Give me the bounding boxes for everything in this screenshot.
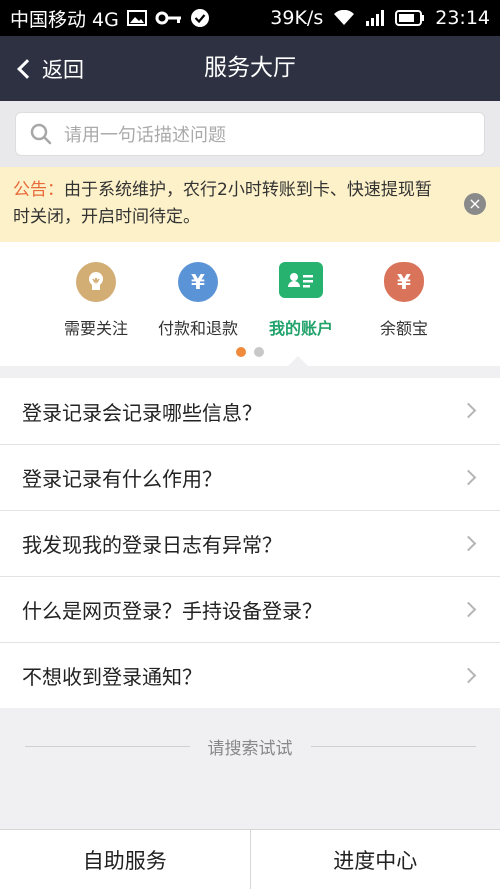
- money-bag-icon: ¥: [384, 262, 424, 302]
- question-text: 什么是网页登录？手持设备登录？: [22, 599, 322, 623]
- chevron-right-icon: [460, 667, 477, 684]
- bottom-bar: 自助服务 进度中心: [0, 829, 500, 889]
- image-icon: [126, 10, 147, 26]
- hint-text: 请搜索试试: [207, 738, 293, 759]
- search-icon: [30, 123, 52, 145]
- notice-text: 由于系统维护，农行2小时转账到卡、快速提现暂时关闭，开启时间待定。: [13, 180, 432, 227]
- chevron-right-icon: [460, 469, 477, 486]
- progress-center-button[interactable]: 进度中心: [249, 830, 500, 889]
- notice-tag: 公告：: [13, 180, 64, 200]
- search-placeholder: 请用一句话描述问题: [64, 125, 226, 146]
- network-speed: 39K/s: [270, 7, 324, 29]
- nav-bar: 返回 服务大厅: [0, 36, 500, 101]
- list-item[interactable]: 什么是网页登录？手持设备登录？: [0, 576, 500, 642]
- search-input[interactable]: 请用一句话描述问题: [15, 112, 485, 156]
- page-indicator: [0, 347, 500, 357]
- question-text: 我发现我的登录日志有异常？: [22, 533, 282, 557]
- category-payment-refund[interactable]: ¥ 付款和退款: [143, 262, 253, 339]
- bulb-icon: [76, 262, 116, 302]
- search-hint: 请搜索试试: [0, 731, 500, 761]
- divider: [310, 745, 476, 747]
- chevron-right-icon: [460, 601, 477, 618]
- list-item[interactable]: 不想收到登录通知？: [0, 642, 500, 708]
- list-item[interactable]: 登录记录有什么作用？: [0, 444, 500, 510]
- chevron-right-icon: [460, 535, 477, 552]
- question-text: 登录记录会记录哪些信息？: [22, 400, 262, 425]
- signal-icon: [366, 10, 385, 26]
- category-label: 需要关注: [63, 319, 128, 338]
- yen-icon: ¥: [178, 262, 218, 302]
- question-list: 登录记录会记录哪些信息？ 登录记录有什么作用？ 我发现我的登录日志有异常？ 什么…: [0, 378, 500, 708]
- page-dot-active: [236, 347, 246, 357]
- check-circle-icon: [190, 9, 209, 27]
- carrier-label: 中国移动 4G: [10, 8, 119, 31]
- notice-banner: 公告：由于系统维护，农行2小时转账到卡、快速提现暂时关闭，开启时间待定。 ×: [0, 167, 500, 242]
- divider: [24, 745, 190, 747]
- category-bar: 需要关注 ¥ 付款和退款 我的账户 ¥ 余额宝: [0, 242, 500, 366]
- chevron-right-icon: [460, 402, 477, 419]
- category-label: 我的账户: [268, 319, 333, 338]
- question-text: 不想收到登录通知？: [22, 665, 202, 689]
- category-label: 付款和退款: [157, 319, 238, 338]
- wifi-icon: [334, 10, 355, 25]
- chevron-left-icon: [17, 58, 37, 79]
- self-service-button[interactable]: 自助服务: [0, 830, 250, 889]
- list-item[interactable]: 登录记录会记录哪些信息？: [0, 378, 500, 444]
- battery-icon: [395, 10, 425, 26]
- search-area: 请用一句话描述问题: [0, 101, 500, 167]
- category-yuebao[interactable]: ¥ 余额宝: [349, 262, 459, 339]
- id-card-icon: [279, 262, 323, 298]
- active-pointer: [288, 356, 308, 366]
- page-dot: [254, 347, 264, 357]
- back-label: 返回: [42, 57, 84, 82]
- category-attention[interactable]: 需要关注: [41, 262, 151, 339]
- close-icon[interactable]: ×: [464, 193, 486, 215]
- list-item[interactable]: 我发现我的登录日志有异常？: [0, 510, 500, 576]
- back-button[interactable]: 返回: [14, 36, 84, 101]
- key-icon: [155, 11, 181, 25]
- category-my-account[interactable]: 我的账户: [246, 262, 356, 339]
- status-bar: 中国移动 4G 39K/s 23:14: [0, 0, 500, 36]
- category-label: 余额宝: [379, 319, 428, 338]
- question-text: 登录记录有什么作用？: [22, 467, 222, 491]
- clock: 23:14: [435, 7, 490, 29]
